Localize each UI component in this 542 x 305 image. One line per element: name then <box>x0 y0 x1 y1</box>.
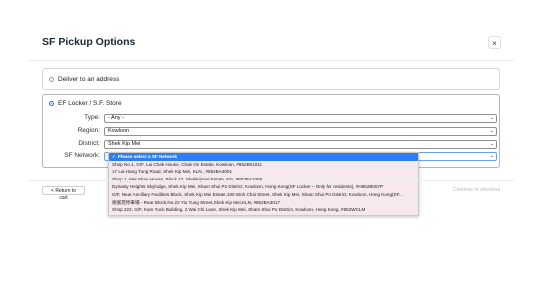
type-select[interactable]: - Any - ⌄ <box>104 114 497 123</box>
type-select-value: - Any - <box>108 115 124 121</box>
district-label: District: <box>78 140 100 147</box>
dropdown-option[interactable]: Dynasty Heights Skylodge, Shek Kip Mei, … <box>109 183 418 191</box>
network-dropdown-list: ✓ Please select a SF Network Shop No.1, G… <box>108 152 419 216</box>
option-deliver-to-address[interactable]: Deliver to an address <box>42 68 500 90</box>
close-button[interactable]: × <box>488 36 501 49</box>
dropdown-option[interactable]: 17 Lai Hang Tung Road, Shek Kip Mei, KLN… <box>109 168 418 176</box>
chevron-down-icon: ⌄ <box>489 128 494 134</box>
continue-to-checkout-button[interactable]: Continue to checkout <box>446 186 500 195</box>
region-label: Region: <box>77 127 100 134</box>
locker-label: EF Locker / S.F. Store <box>58 100 122 107</box>
dropdown-option[interactable]: ✓ Please select a SF Network <box>109 153 418 161</box>
deliver-radio[interactable] <box>49 77 54 82</box>
region-select-value: Kowloon <box>108 128 130 134</box>
close-icon: × <box>492 39 497 48</box>
dropdown-option[interactable]: G/F, Near Ancillary Facilities Block, Sh… <box>109 191 418 199</box>
modal-title: SF Pickup Options <box>42 36 136 48</box>
district-select[interactable]: Shek Kip Mei ⌄ <box>104 140 497 149</box>
footer-divider <box>28 180 514 181</box>
return-to-cart-button[interactable]: < Return to cart <box>42 186 85 201</box>
type-label: Type: <box>84 114 100 121</box>
chevron-down-icon: ⌄ <box>489 153 494 159</box>
chevron-down-icon: ⌄ <box>489 115 494 121</box>
locker-radio[interactable] <box>49 101 54 106</box>
network-label: SF Network: <box>64 152 100 159</box>
sf-pickup-modal: SF Pickup Options × Deliver to an addres… <box>0 0 542 305</box>
district-select-value: Shek Kip Mei <box>108 141 141 147</box>
chevron-down-icon: ⌄ <box>489 141 494 147</box>
region-select[interactable]: Kowloon ⌄ <box>104 127 497 136</box>
dropdown-option[interactable]: 德富苑停車場 - Rear Block,No.22 Yiu Tung Stree… <box>109 199 418 207</box>
dropdown-option[interactable]: Shop 222, G/F, Kam Yuck Building, 2 Wai … <box>109 206 418 214</box>
dropdown-option[interactable]: Shop No.1, G/F, Lai Chak House, Chak On … <box>109 161 418 169</box>
deliver-label: Deliver to an address <box>58 76 120 83</box>
header-divider <box>28 60 514 61</box>
